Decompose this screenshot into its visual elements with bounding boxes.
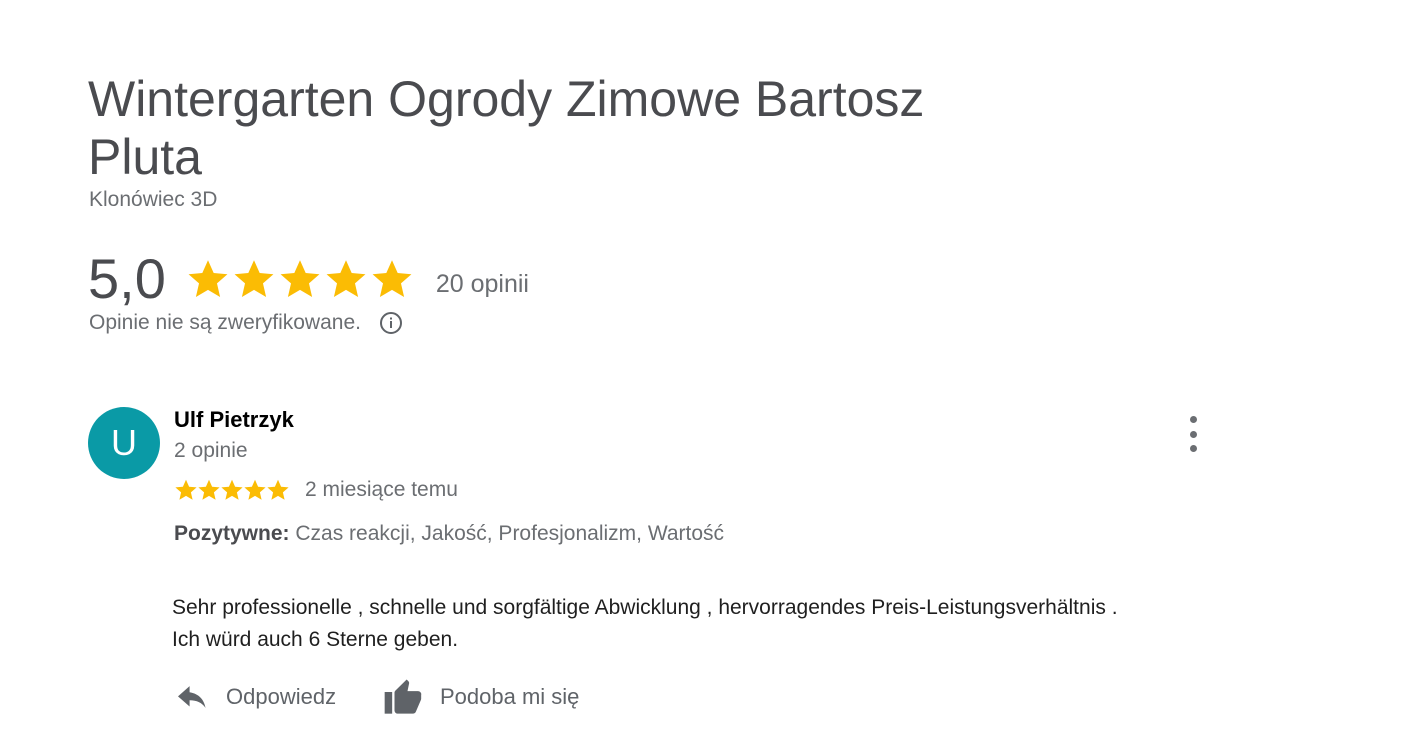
review-date: 2 miesiące temu	[305, 478, 458, 501]
like-label: Podoba mi się	[440, 684, 580, 709]
menu-dot	[1189, 416, 1197, 423]
more-vertical-icon[interactable]	[1178, 416, 1208, 452]
business-location: Klonówiec 3D	[89, 188, 218, 211]
star-icon	[244, 479, 266, 500]
rating-value: 5,0	[88, 247, 166, 310]
review-text: Sehr professionelle , schnelle und sorgf…	[172, 596, 1118, 651]
star-icon	[267, 479, 289, 500]
reviewer-review-count: 2 opinie	[174, 439, 248, 462]
reply-button[interactable]: Odpowiedz	[176, 672, 336, 722]
star-icon	[372, 260, 412, 297]
star-icon	[188, 260, 228, 297]
reply-icon	[178, 686, 206, 708]
info-icon[interactable]	[379, 311, 403, 335]
reviewer-name[interactable]: Ulf Pietrzyk	[174, 407, 294, 433]
star-icon	[326, 260, 366, 297]
review-attributes: Pozytywne: Czas reakcji, Jakość, Profesj…	[174, 522, 724, 546]
thumbs-up-icon	[384, 679, 422, 714]
star-icon	[175, 479, 197, 500]
attributes-label: Pozytywne:	[174, 522, 290, 545]
business-title: Wintergarten Ogrody Zimowe Bartosz Pluta	[88, 71, 925, 185]
avatar[interactable]: U	[88, 407, 160, 479]
star-icon	[198, 479, 220, 500]
verification-text: Opinie nie są zweryfikowane.	[89, 311, 361, 334]
rating-summary: 5,0 20 opinii	[88, 244, 529, 314]
menu-dot	[1189, 445, 1197, 452]
menu-dot	[1189, 430, 1197, 438]
review-count-link[interactable]: 20 opinii	[436, 270, 529, 299]
like-button[interactable]: Podoba mi się	[382, 672, 579, 722]
attributes-values: Czas reakcji, Jakość, Profesjonalizm, Wa…	[295, 522, 725, 545]
rating-stars	[186, 257, 416, 301]
review-meta: 2 miesiące temu	[174, 478, 458, 502]
star-icon	[280, 260, 320, 297]
star-icon	[221, 479, 243, 500]
reply-label: Odpowiedz	[226, 684, 337, 709]
star-icon	[234, 260, 274, 297]
verification-note: Opinie nie są zweryfikowane.	[89, 311, 403, 335]
